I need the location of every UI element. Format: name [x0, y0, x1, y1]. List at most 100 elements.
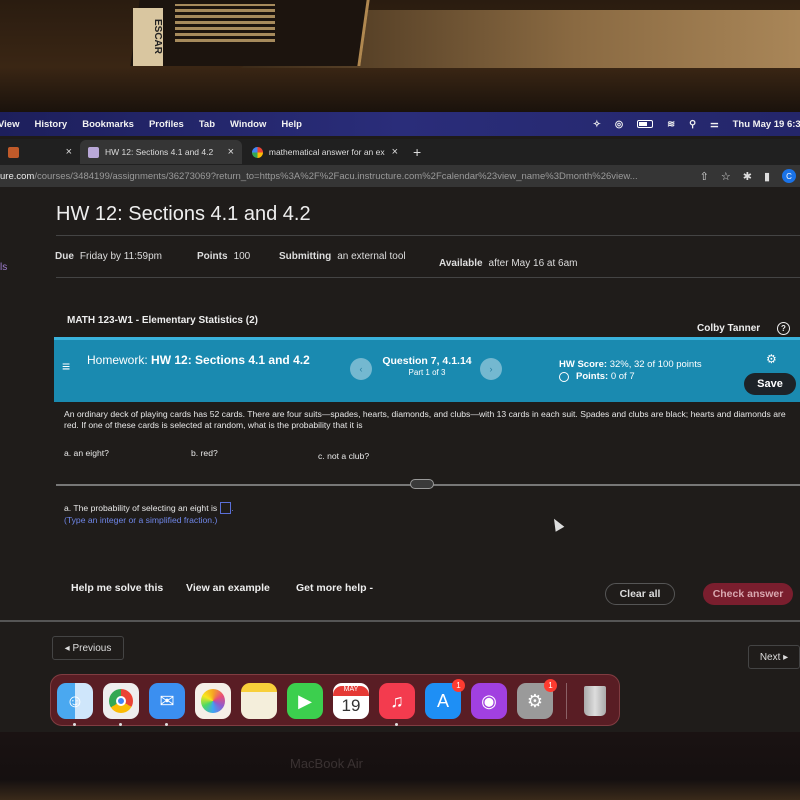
available: Available after May 16 at 6am [439, 258, 577, 269]
system-preferences-icon[interactable]: ⚙ 1 [517, 679, 557, 719]
available-label: Available [439, 258, 483, 269]
tab-hw12[interactable]: HW 12: Sections 4.1 and 4.2 × [80, 140, 242, 164]
facetime-icon[interactable]: ▶ [287, 683, 323, 719]
wifi-icon[interactable]: ≋ [667, 119, 675, 130]
photo-background-desk: ESCAR [0, 0, 800, 112]
menu-view[interactable]: View [0, 119, 19, 130]
macos-menubar: View History Bookmarks Profiles Tab Wind… [0, 112, 800, 136]
browser-tab-bar: × HW 12: Sections 4.1 and 4.2 × mathemat… [0, 139, 800, 165]
calendar-icon[interactable]: MAY 19 [333, 683, 369, 719]
macos-dock: ☺ ✉ ▶ MAY 19 ♫ A1 ◉ ⚙ 1 [50, 674, 620, 726]
answer-row: a. The probability of selecting an eight… [64, 502, 234, 514]
url-host: ure.com [0, 170, 35, 182]
due-date: Due Friday by 11:59pm [55, 251, 162, 262]
new-tab-button[interactable]: + [413, 144, 421, 160]
course-name: MATH 123-W1 - Elementary Statistics (2) [67, 315, 258, 326]
submitting: Submitting an external tool [279, 251, 406, 262]
question-part: Part 1 of 3 [408, 368, 446, 377]
profile-avatar[interactable]: C [782, 169, 796, 183]
close-icon[interactable]: × [392, 146, 398, 158]
user-name[interactable]: Colby Tanner [697, 323, 760, 334]
podcasts-icon[interactable]: ◉ [471, 683, 507, 719]
hw-score: HW Score: 32%, 32 of 100 points [559, 359, 702, 370]
due-value: Friday by 11:59pm [79, 251, 162, 262]
running-indicator [73, 723, 76, 726]
homework-banner: ≡ Homework: HW 12: Sections 4.1 and 4.2 … [54, 337, 800, 402]
finder-icon[interactable]: ☺ [57, 683, 93, 719]
homework-title: Homework: HW 12: Sections 4.1 and 4.2 [87, 353, 317, 367]
book-cover [175, 4, 275, 42]
music-icon[interactable]: ♫ [379, 683, 415, 719]
url-path: /courses/3484199/assignments/36273069?re… [34, 170, 638, 182]
question-number: Question 7, 4.1.14 [382, 355, 472, 367]
hw-score-value: 32%, 32 of 100 points [609, 359, 702, 370]
google-favicon [252, 146, 263, 158]
page-title: HW 12: Sections 4.1 and 4.2 [56, 203, 311, 225]
next-question-button[interactable]: › [480, 358, 502, 380]
canvas-assignment-page: HW 12: Sections 4.1 and 4.2 ls Due Friday… [0, 187, 800, 732]
battery-icon[interactable] [637, 120, 654, 128]
address-bar[interactable]: ure.com /courses/3484199/assignments/362… [0, 165, 800, 187]
close-icon[interactable]: × [228, 146, 234, 158]
previous-question-button[interactable]: ‹ [350, 358, 372, 380]
menu-window[interactable]: Window [230, 119, 266, 130]
homework-prefix: Homework: [87, 353, 148, 367]
calendar-month: MAY [333, 686, 369, 696]
menu-tab[interactable]: Tab [199, 119, 215, 130]
canvas-favicon [8, 146, 19, 158]
control-center-icon[interactable]: ⚌ [710, 119, 719, 130]
option-b: b. red? [191, 448, 218, 458]
menu-profiles[interactable]: Profiles [149, 119, 184, 130]
notes-icon[interactable] [241, 683, 277, 719]
calendar-day: 19 [341, 696, 361, 715]
points-value: 0 of 7 [610, 371, 635, 382]
previous-button[interactable]: ◂ Previous [52, 636, 124, 660]
laptop-screen: View History Bookmarks Profiles Tab Wind… [0, 112, 800, 732]
get-more-help-button[interactable]: Get more help - [296, 582, 373, 594]
search-icon[interactable]: ⚲ [689, 119, 696, 130]
divider [56, 235, 800, 236]
menu-hamburger-icon[interactable]: ≡ [62, 358, 70, 374]
clear-all-button[interactable]: Clear all [605, 583, 675, 605]
menubar-clock[interactable]: Thu May 19 6:33 [733, 119, 800, 130]
pane-resize-handle[interactable] [410, 479, 434, 489]
tab-google-search[interactable]: mathematical answer for an ex × [244, 140, 406, 164]
answer-hint: (Type an integer or a simplified fractio… [64, 515, 218, 525]
share-icon[interactable]: ⇧ [700, 170, 709, 183]
mouse-cursor-icon [549, 516, 565, 532]
chrome-icon[interactable] [103, 683, 139, 719]
running-indicator [119, 723, 122, 726]
app-store-icon[interactable]: A1 [425, 679, 465, 719]
submitting-label: Submitting [279, 251, 332, 262]
menu-history[interactable]: History [34, 119, 67, 130]
view-example-button[interactable]: View an example [186, 582, 270, 594]
creative-cloud-icon[interactable]: ◎ [615, 119, 623, 130]
sidebar-fragment[interactable]: ls [0, 262, 7, 273]
hw-score-label: HW Score: [559, 359, 608, 370]
trash-icon[interactable] [577, 683, 613, 719]
check-answer-button[interactable]: Check answer [703, 583, 793, 605]
mail-icon[interactable]: ✉ [149, 683, 185, 719]
next-button[interactable]: Next ▸ [748, 645, 800, 669]
points: Points 100 [197, 251, 250, 262]
save-button[interactable]: Save [744, 373, 796, 395]
menu-help[interactable]: Help [281, 119, 302, 130]
help-icon[interactable]: ? [777, 322, 790, 335]
tab-canvas[interactable]: × [0, 140, 80, 164]
mathlab-favicon [88, 146, 99, 158]
close-icon[interactable]: × [66, 146, 72, 158]
gear-icon[interactable]: ⚙ [766, 352, 777, 366]
help-me-solve-button[interactable]: Help me solve this [71, 582, 163, 594]
bookmark-star-icon[interactable]: ☆ [721, 170, 731, 183]
network-icon[interactable]: ✧ [593, 119, 601, 130]
answer-input[interactable] [220, 502, 232, 514]
extensions-icon[interactable]: ✱ [743, 170, 752, 183]
tab-label: HW 12: Sections 4.1 and 4.2 [105, 147, 214, 157]
menu-bookmarks[interactable]: Bookmarks [82, 119, 134, 130]
submitting-value: an external tool [337, 251, 406, 262]
sidebar-icon[interactable]: ▮ [764, 170, 770, 183]
points-value: 100 [233, 251, 251, 262]
photos-icon[interactable] [195, 683, 231, 719]
running-indicator [395, 723, 398, 726]
points-label: Points: [576, 371, 609, 382]
